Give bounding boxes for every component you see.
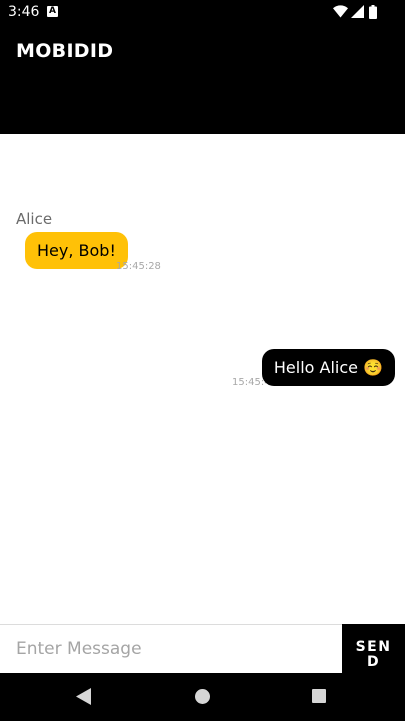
chat-screen: 3:46 MOBIDID Alice Hey, Bob! 15:45:28 15… [0,0,405,721]
status-bar: 3:46 [0,0,405,24]
battery-icon [369,5,377,19]
navigation-bar [0,673,405,721]
home-icon[interactable] [195,689,210,704]
message-timestamp: 15:45:28 [116,261,161,272]
send-button[interactable]: SEND [342,624,405,673]
back-icon[interactable] [76,688,92,705]
sender-name: Alice [16,210,53,228]
accessibility-a-icon [47,6,58,17]
app-title: MOBIDID [16,40,114,62]
wifi-icon [333,5,348,18]
message-list[interactable]: Alice Hey, Bob! 15:45:28 15:45:41 Hello … [0,134,405,624]
status-time: 3:46 [8,4,40,20]
outgoing-message-bubble[interactable]: Hello Alice ☺️ [261,349,395,386]
signal-icon [351,5,364,18]
message-input[interactable] [0,625,342,673]
recents-icon[interactable] [312,689,326,703]
incoming-message-bubble[interactable]: Hey, Bob! [25,232,128,269]
app-bar: MOBIDID [0,24,405,134]
message-composer: SEND [0,624,405,673]
